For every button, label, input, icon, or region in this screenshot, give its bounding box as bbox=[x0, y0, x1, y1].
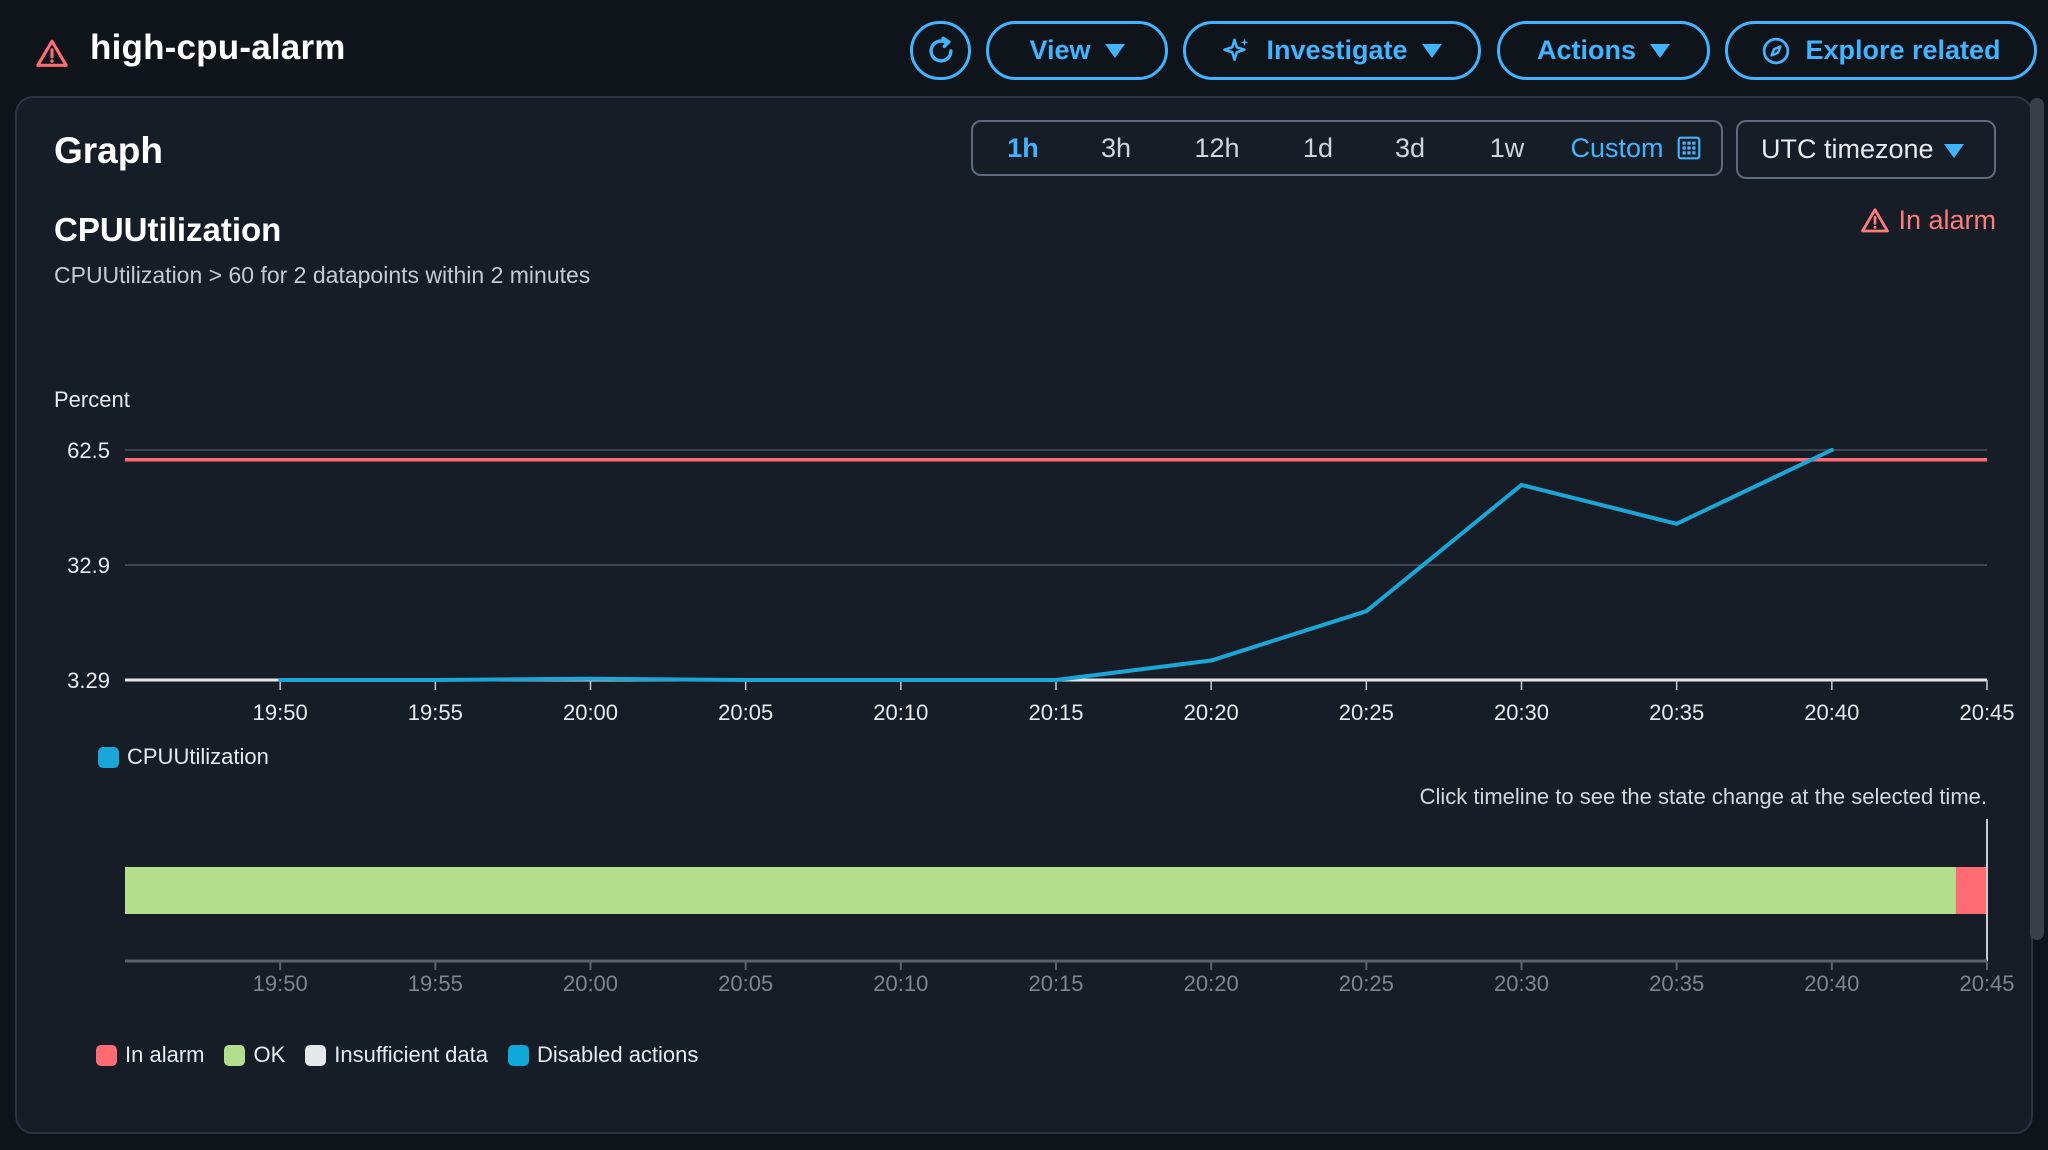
alarm-state-text: In alarm bbox=[1898, 205, 1996, 235]
view-button-label: View bbox=[1029, 35, 1091, 65]
range-option-12h[interactable]: 12h bbox=[1159, 133, 1275, 164]
data-point bbox=[1519, 482, 1524, 487]
x-tick-label: 20:05 bbox=[718, 700, 773, 725]
legend-label: OK bbox=[253, 1042, 286, 1067]
alarm-state-badge: In alarm bbox=[1860, 205, 1996, 236]
legend-label: Disabled actions bbox=[536, 1042, 699, 1067]
y-tick-label: 62.5 bbox=[67, 438, 110, 463]
alarm-header: high-cpu-alarm View Investigate Actions … bbox=[0, 0, 2048, 100]
timeline-tick-label: 20:10 bbox=[873, 971, 928, 996]
range-option-3d[interactable]: 3d bbox=[1361, 133, 1459, 164]
range-option-3h[interactable]: 3h bbox=[1073, 133, 1159, 164]
range-option-1w[interactable]: 1w bbox=[1459, 133, 1555, 164]
metric-title: CPUUtilization bbox=[54, 211, 282, 248]
series-swatch bbox=[98, 746, 119, 768]
data-point bbox=[1054, 677, 1058, 682]
y-tick-label: 32.9 bbox=[67, 553, 110, 578]
x-tick-label: 20:15 bbox=[1028, 700, 1083, 725]
alarm-condition: CPUUtilization > 60 for 2 datapoints wit… bbox=[54, 262, 591, 288]
data-point bbox=[588, 676, 593, 681]
compass-icon bbox=[1763, 37, 1790, 64]
data-point bbox=[1364, 609, 1369, 614]
range-option-custom[interactable]: Custom bbox=[1555, 133, 1717, 164]
timeline-tick-label: 20:40 bbox=[1804, 971, 1859, 996]
timeline-tick-label: 19:55 bbox=[408, 971, 463, 996]
x-tick-label: 20:10 bbox=[873, 700, 928, 725]
x-tick-label: 20:35 bbox=[1649, 700, 1704, 725]
timeline-tick-label: 20:15 bbox=[1028, 971, 1083, 996]
timeline-tick-label: 20:20 bbox=[1184, 971, 1239, 996]
cpu-utilization-chart[interactable]: 62.5 32.9 3.29 19:50 19:55 20:00 20:05 20:10 20:… bbox=[0, 420, 2048, 740]
calendar-icon bbox=[1677, 136, 1700, 160]
legend-label: In alarm bbox=[125, 1042, 205, 1067]
warning-icon bbox=[36, 39, 68, 67]
data-point bbox=[278, 677, 283, 682]
data-point bbox=[1674, 521, 1679, 526]
explore-related-button[interactable]: Explore related bbox=[1725, 21, 2037, 80]
investigate-button-label: Investigate bbox=[1266, 35, 1408, 65]
investigate-button[interactable]: Investigate bbox=[1183, 21, 1481, 80]
state-timeline[interactable]: 19:50 19:55 20:00 20:05 20:10 20:15 20:20 20:25… bbox=[0, 815, 2048, 1005]
y-axis-label: Percent bbox=[54, 387, 130, 412]
ok-swatch bbox=[224, 1044, 246, 1066]
legend-item-ok: OK bbox=[224, 1042, 285, 1068]
timeline-hint: Click timeline to see the state change a… bbox=[1419, 784, 1987, 809]
timeline-tick-label: 20:00 bbox=[563, 971, 618, 996]
warning-icon bbox=[1861, 207, 1890, 232]
x-tick-label: 20:45 bbox=[1959, 700, 2014, 725]
chart-legend: CPUUtilization bbox=[98, 744, 269, 770]
caret-down-icon bbox=[1421, 43, 1442, 58]
caret-down-icon bbox=[1944, 144, 1964, 158]
actions-button[interactable]: Actions bbox=[1497, 21, 1710, 80]
legend-item-disabled: Disabled actions bbox=[507, 1042, 699, 1068]
data-point bbox=[433, 677, 438, 682]
y-tick-label: 3.29 bbox=[67, 668, 110, 693]
x-tick-label: 20:20 bbox=[1184, 700, 1239, 725]
view-button[interactable]: View bbox=[986, 21, 1168, 80]
caret-down-icon bbox=[1650, 43, 1670, 58]
refresh-button[interactable] bbox=[910, 21, 971, 80]
legend-series-name[interactable]: CPUUtilization bbox=[127, 744, 269, 770]
timeline-segment-ok bbox=[125, 867, 1956, 914]
legend-item-insufficient: Insufficient data bbox=[305, 1042, 488, 1068]
data-point bbox=[898, 677, 903, 682]
legend-label: Insufficient data bbox=[334, 1042, 488, 1067]
page-scrollbar[interactable] bbox=[2030, 98, 2044, 940]
timeline-tick-label: 20:25 bbox=[1339, 971, 1394, 996]
insufficient-swatch bbox=[305, 1044, 327, 1066]
timeline-tick-label: 20:45 bbox=[1959, 971, 2014, 996]
time-range-selector: 1h 3h 12h 1d 3d 1w Custom bbox=[971, 120, 1723, 176]
range-option-1h[interactable]: 1h bbox=[973, 133, 1073, 164]
explore-button-label: Explore related bbox=[1805, 35, 2001, 65]
range-option-1d[interactable]: 1d bbox=[1275, 133, 1361, 164]
timezone-select[interactable]: UTC timezone bbox=[1736, 120, 1996, 179]
x-tick-label: 20:00 bbox=[563, 700, 618, 725]
timeline-segment-in-alarm bbox=[1955, 867, 1987, 914]
refresh-icon bbox=[928, 36, 953, 63]
panel-title: Graph bbox=[54, 130, 163, 171]
caret-down-icon bbox=[1104, 43, 1125, 58]
disabled-swatch bbox=[507, 1044, 529, 1066]
timeline-tick-label: 20:35 bbox=[1649, 971, 1704, 996]
actions-button-label: Actions bbox=[1536, 35, 1636, 65]
alarm-name: high-cpu-alarm bbox=[90, 28, 346, 67]
x-tick-label: 20:30 bbox=[1494, 700, 1549, 725]
x-tick-label: 20:40 bbox=[1804, 700, 1859, 725]
state-legend: In alarm OK Insufficient data Disabled a… bbox=[96, 1042, 718, 1068]
data-point bbox=[1829, 448, 1834, 452]
timeline-tick-label: 20:05 bbox=[718, 971, 773, 996]
x-tick-label: 19:50 bbox=[253, 700, 308, 725]
sparkle-icon bbox=[1223, 38, 1249, 61]
x-tick-label: 19:55 bbox=[408, 700, 463, 725]
timeline-tick-label: 19:50 bbox=[253, 971, 308, 996]
alarm-swatch bbox=[96, 1044, 117, 1066]
timezone-value: UTC timezone bbox=[1761, 134, 1934, 164]
data-point bbox=[743, 677, 748, 682]
legend-item-in-alarm: In alarm bbox=[96, 1042, 204, 1068]
data-point bbox=[1209, 658, 1214, 663]
timeline-tick-label: 20:30 bbox=[1494, 971, 1549, 996]
custom-label: Custom bbox=[1570, 132, 1664, 163]
x-tick-label: 20:25 bbox=[1339, 700, 1394, 725]
